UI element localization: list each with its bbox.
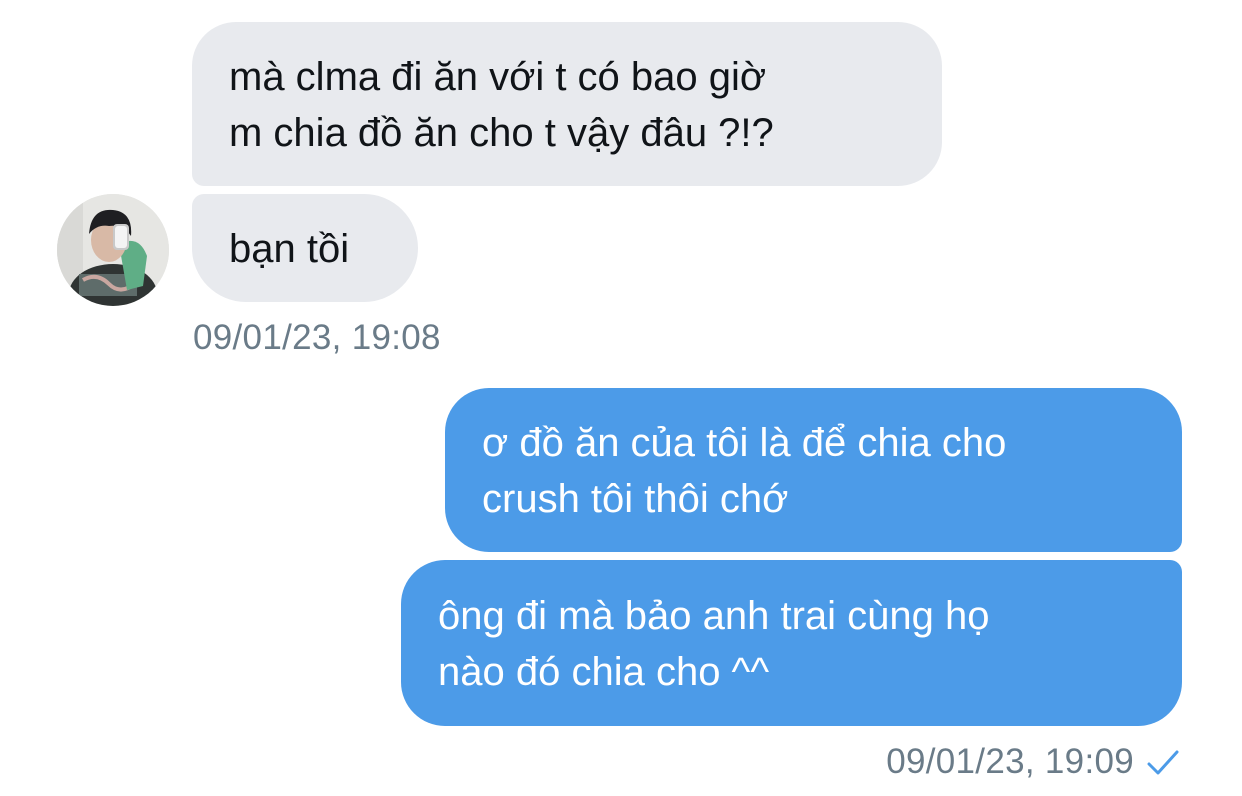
received-timestamp: 09/01/23, 19:08 xyxy=(193,318,441,357)
conversation-view: mà clma đi ăn với t có bao giờ m chia đồ… xyxy=(0,0,1242,796)
received-message-bubble[interactable]: bạn tồi xyxy=(192,194,418,302)
received-message-bubble[interactable]: mà clma đi ăn với t có bao giờ m chia đồ… xyxy=(192,22,942,186)
contact-avatar[interactable] xyxy=(57,194,169,306)
sent-timestamp: 09/01/23, 19:09 xyxy=(886,742,1134,781)
sent-message-bubble[interactable]: ông đi mà bảo anh trai cùng họ nào đó ch… xyxy=(401,560,1182,726)
sent-message-bubble[interactable]: ơ đồ ăn của tôi là để chia cho crush tôi… xyxy=(445,388,1182,552)
checkmark-icon xyxy=(1147,750,1179,775)
